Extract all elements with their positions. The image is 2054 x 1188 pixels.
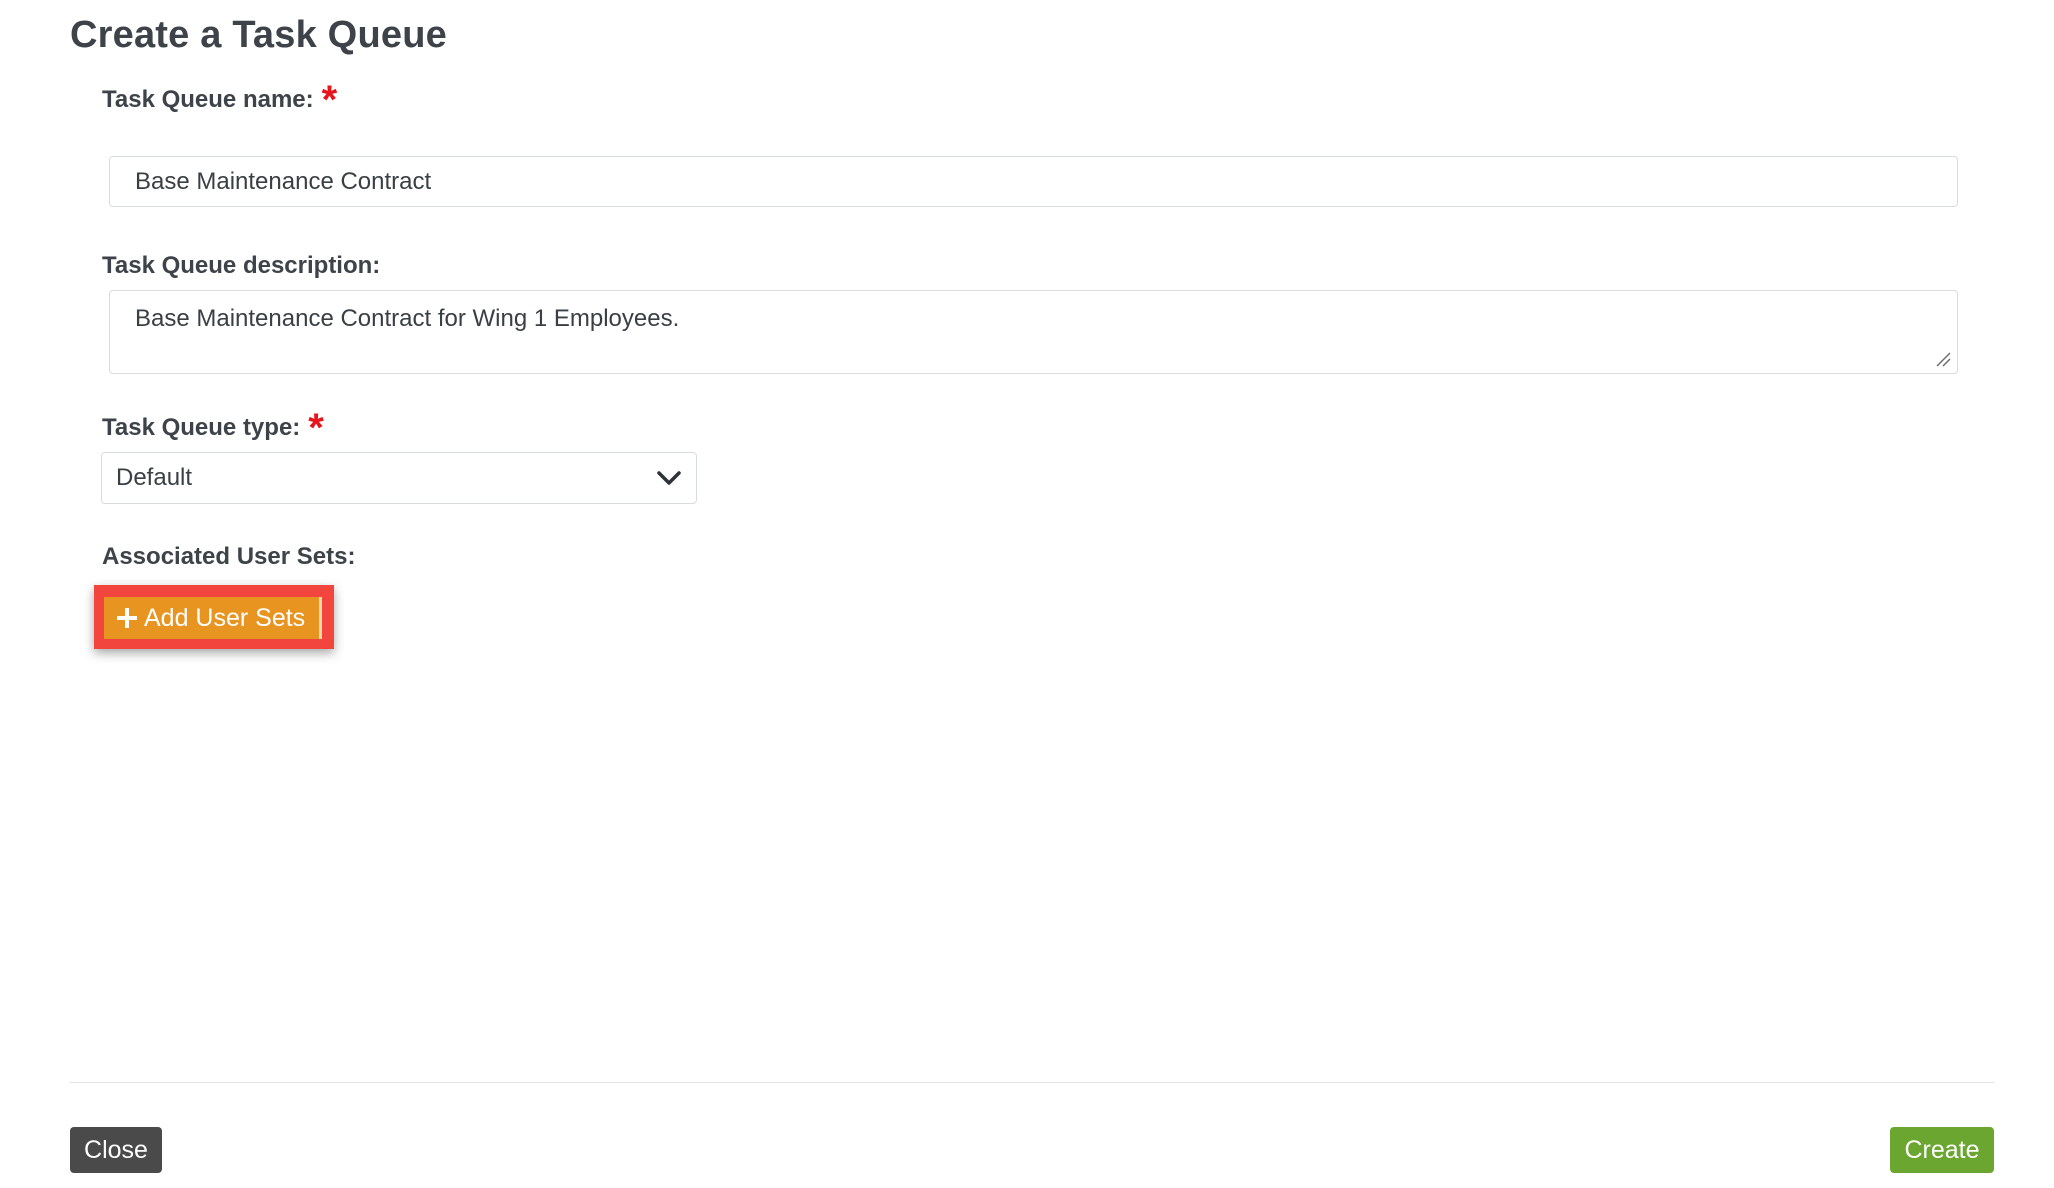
- task-queue-type-select[interactable]: Default: [101, 452, 697, 504]
- plus-icon: [117, 608, 137, 628]
- type-label-text: Task Queue type:: [102, 414, 301, 441]
- type-field-label: Task Queue type: *: [102, 408, 324, 448]
- description-label-text: Task Queue description:: [102, 252, 381, 279]
- name-label-text: Task Queue name:: [102, 86, 314, 113]
- create-task-queue-dialog: Create a Task Queue Task Queue name: * Ba…: [0, 0, 2054, 1188]
- task-queue-name-value: Base Maintenance Contract: [135, 168, 432, 195]
- required-asterisk-icon: *: [321, 78, 338, 122]
- dialog-title: Create a Task Queue: [70, 14, 447, 56]
- required-asterisk-icon: *: [308, 406, 324, 450]
- user-sets-label-text: Associated User Sets:: [102, 543, 356, 570]
- task-queue-description-value: Base Maintenance Contract for Wing 1 Emp…: [135, 305, 680, 332]
- task-queue-description-textarea[interactable]: Base Maintenance Contract for Wing 1 Emp…: [109, 290, 1958, 374]
- add-user-sets-label: Add User Sets: [144, 604, 306, 632]
- create-button[interactable]: Create: [1890, 1127, 1994, 1173]
- chevron-down-icon: [657, 471, 681, 485]
- close-button[interactable]: Close: [70, 1127, 162, 1173]
- user-sets-field-label: Associated User Sets:: [102, 543, 355, 571]
- resize-handle-icon[interactable]: [1935, 351, 1951, 367]
- task-queue-type-selected-value: Default: [116, 464, 193, 491]
- add-user-sets-button[interactable]: Add User Sets: [104, 597, 322, 639]
- footer-divider: [70, 1082, 1994, 1083]
- name-field-label: Task Queue name: *: [102, 80, 337, 120]
- description-field-label: Task Queue description:: [102, 252, 380, 280]
- task-queue-name-input[interactable]: Base Maintenance Contract: [109, 156, 1958, 207]
